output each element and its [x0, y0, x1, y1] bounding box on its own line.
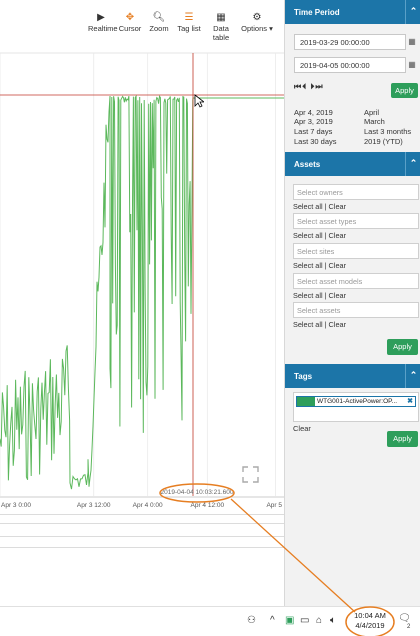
x-tick-label: Apr 5 [266, 502, 282, 509]
clock-time: 10:04 AM [354, 611, 386, 620]
chart-scroll-area[interactable] [0, 514, 284, 524]
quick-range-apr4[interactable]: Apr 4, 2019 [294, 108, 333, 117]
active-power-series-line [0, 94, 284, 490]
expand-icon[interactable] [242, 466, 259, 483]
app-tray-icon[interactable]: ▣ [285, 615, 294, 626]
assets-apply-button[interactable]: Apply [387, 339, 418, 355]
sidebar: Time Period ⌃ 2019-03-29 00:00:00 ▦ 2019… [284, 0, 420, 606]
notification-icon[interactable]: 🗨︎ [398, 613, 411, 624]
asset-types-select-links[interactable]: Select all | Clear [293, 231, 346, 240]
quick-range-last7[interactable]: Last 7 days [294, 127, 332, 136]
assets-header[interactable]: Assets ⌃ [285, 152, 420, 176]
trend-chart[interactable]: Apr 3 0:00 Apr 3 12:00 Apr 4 0:00 Apr 4 12:… [0, 0, 284, 520]
app-window: ▶ Realtime ✥ Cursor 🔍︎ Zoom ☰ Tag list ▦… [0, 0, 420, 636]
people-icon[interactable]: ⚇ [247, 615, 256, 626]
time-period-header[interactable]: Time Period ⌃ [285, 0, 420, 24]
collapse-caret-icon[interactable]: ⌃ [405, 364, 420, 388]
sites-select[interactable]: Select sites [293, 243, 419, 259]
quick-range-april[interactable]: April [364, 108, 379, 117]
tags-clear-link[interactable]: Clear [293, 424, 311, 433]
x-tick-label: Apr 4 12:00 [191, 502, 225, 509]
x-tick-label: Apr 4 0:00 [133, 502, 163, 509]
remove-tag-icon[interactable]: ✖ [407, 397, 413, 405]
tag-chip[interactable]: WTG001-ActivePower:OP... ✖ [296, 396, 416, 407]
data-panel [0, 548, 284, 606]
volume-icon[interactable]: 🔈︎ [330, 615, 336, 626]
quick-range-march[interactable]: March [364, 117, 385, 126]
cursor-timestamp-label: 2019-04-04 10:03:21.600 [160, 489, 233, 496]
tag-color-swatch [297, 397, 315, 406]
x-tick-label: Apr 3 0:00 [1, 502, 31, 509]
assets-select-links[interactable]: Select all | Clear [293, 320, 346, 329]
owners-select-links[interactable]: Select all | Clear [293, 202, 346, 211]
x-axis-ticks: Apr 3 0:00 Apr 3 12:00 Apr 4 0:00 Apr 4 12:… [1, 502, 282, 509]
time-period-title: Time Period [294, 8, 340, 17]
windows-taskbar: ⚇ ^ ▣ ▭ ⌂ 🔈︎ 10:04 AM 4/4/2019 🗨︎ 2 [0, 606, 420, 636]
network-icon[interactable]: ⌂ [316, 615, 322, 626]
asset-types-select[interactable]: Select asset types [293, 213, 419, 229]
asset-models-select[interactable]: Select asset models [293, 273, 419, 289]
mouse-pointer-icon [194, 94, 204, 108]
x-tick-label: Apr 3 12:00 [77, 502, 111, 509]
collapse-caret-icon[interactable]: ⌃ [405, 152, 420, 176]
asset-models-select-links[interactable]: Select all | Clear [293, 291, 346, 300]
start-date-input[interactable]: 2019-03-29 00:00:00 [294, 34, 406, 50]
clock-date: 4/4/2019 [355, 621, 385, 630]
calendar-icon[interactable]: ▦ [405, 57, 419, 73]
tags-box[interactable]: WTG001-ActivePower:OP... ✖ [293, 392, 419, 422]
chevron-up-icon[interactable]: ^ [270, 615, 275, 626]
assets-title: Assets [294, 160, 321, 169]
calendar-icon[interactable]: ▦ [405, 34, 419, 50]
data-panel-header [0, 536, 284, 548]
quick-range-last30[interactable]: Last 30 days [294, 137, 337, 146]
quick-range-last3months[interactable]: Last 3 months [364, 127, 411, 136]
quick-range-ytd[interactable]: 2019 (YTD) [364, 137, 403, 146]
tag-chip-label: WTG001-ActivePower:OP... [317, 398, 398, 405]
tags-title: Tags [294, 372, 313, 381]
end-date-input[interactable]: 2019-04-05 00:00:00 [294, 57, 406, 73]
notification-count: 2 [407, 624, 411, 630]
tags-header[interactable]: Tags ⌃ [285, 364, 420, 388]
battery-icon[interactable]: ▭ [300, 615, 309, 626]
time-apply-button[interactable]: Apply [391, 83, 418, 98]
quick-range-apr3[interactable]: Apr 3, 2019 [294, 117, 333, 126]
assets-select[interactable]: Select assets [293, 302, 419, 318]
clock[interactable]: 10:04 AM 4/4/2019 [350, 611, 390, 631]
period-navigation[interactable]: ⏮⏴ ⏵⏭ [294, 82, 324, 92]
owners-select[interactable]: Select owners [293, 184, 419, 200]
collapse-caret-icon[interactable]: ⌃ [405, 0, 420, 24]
sites-select-links[interactable]: Select all | Clear [293, 261, 346, 270]
tags-apply-button[interactable]: Apply [387, 431, 418, 447]
